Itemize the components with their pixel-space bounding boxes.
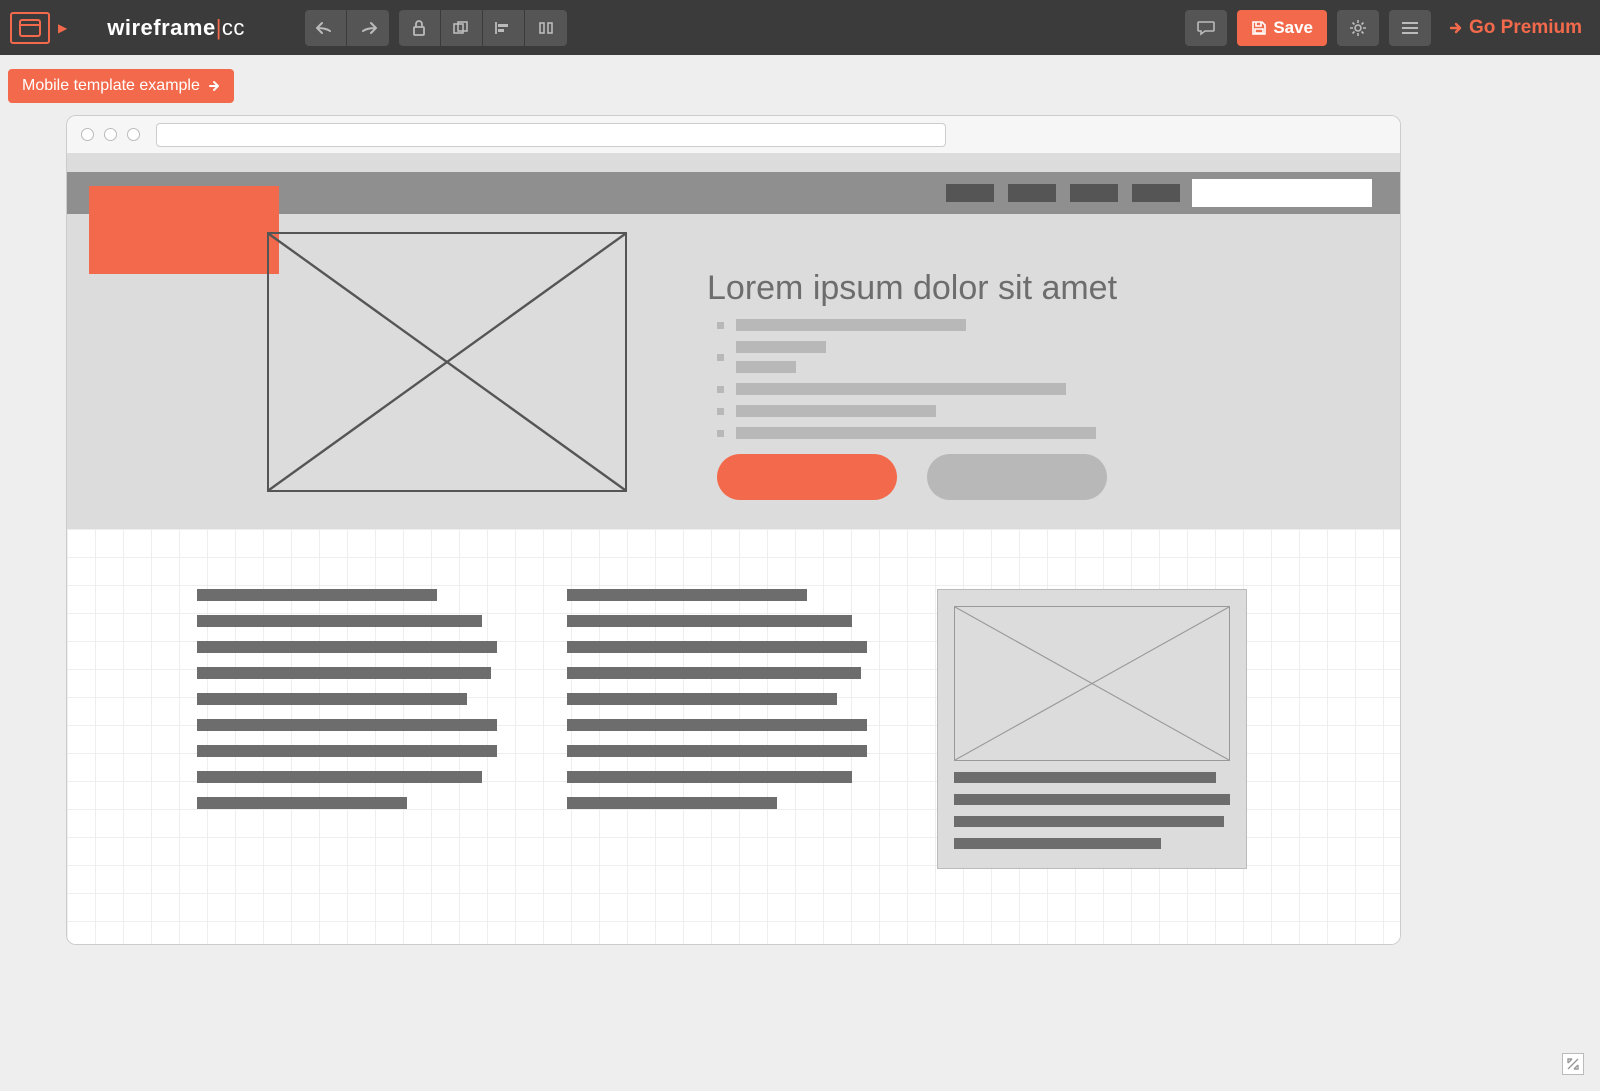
wireframe-bullet-list[interactable]	[717, 319, 1280, 449]
align-icon	[495, 21, 511, 35]
traffic-light-icon	[127, 128, 140, 141]
traffic-light-icon	[81, 128, 94, 141]
hamburger-icon	[1401, 21, 1419, 35]
distribute-icon	[538, 21, 554, 35]
lock-button[interactable]	[399, 10, 441, 46]
arrow-right-icon	[1449, 21, 1463, 35]
wireframe-card[interactable]	[937, 589, 1247, 869]
wireframe-primary-button[interactable]	[717, 454, 897, 500]
app-toolbar: ▶ wireframe|cc	[0, 0, 1600, 55]
redo-icon	[359, 21, 377, 35]
undo-button[interactable]	[305, 10, 347, 46]
align-button[interactable]	[483, 10, 525, 46]
resize-handle[interactable]	[1562, 1053, 1584, 1075]
lock-icon	[412, 20, 426, 36]
wireframe-text-column[interactable]	[567, 589, 867, 904]
comment-button[interactable]	[1185, 10, 1227, 46]
duplicate-button[interactable]	[441, 10, 483, 46]
cross-placeholder-icon	[269, 234, 625, 490]
template-banner-chip[interactable]: Mobile template example	[8, 69, 234, 103]
settings-button[interactable]	[1337, 10, 1379, 46]
wireframe-text-column[interactable]	[197, 589, 497, 904]
wireframe-secondary-button[interactable]	[927, 454, 1107, 500]
wireframe-logo-block[interactable]	[89, 186, 279, 274]
brand-logo[interactable]: wireframe|cc	[107, 15, 245, 41]
redo-button[interactable]	[347, 10, 389, 46]
edit-tools-group	[399, 10, 567, 46]
traffic-light-icon	[104, 128, 117, 141]
undo-icon	[316, 21, 334, 35]
chevron-right-icon: ▶	[58, 21, 67, 35]
duplicate-icon	[453, 21, 469, 35]
wireframe-image-placeholder[interactable]	[954, 606, 1230, 761]
mock-url-bar	[156, 123, 946, 147]
device-selector-button[interactable]	[10, 12, 50, 44]
wireframe-nav-links[interactable]	[946, 184, 1180, 202]
distribute-button[interactable]	[525, 10, 567, 46]
floppy-icon	[1251, 20, 1267, 36]
arrow-right-icon	[208, 80, 220, 92]
undo-redo-group	[305, 10, 389, 46]
wireframe-search-box[interactable]	[1192, 179, 1372, 207]
mock-browser-chrome	[67, 116, 1400, 154]
wireframe-body-section[interactable]	[67, 529, 1400, 944]
wireframe-hero-title[interactable]: Lorem ipsum dolor sit amet	[707, 269, 1117, 308]
wireframe-canvas[interactable]: Lorem ipsum dolor sit amet	[66, 115, 1401, 945]
save-button[interactable]: Save	[1237, 10, 1327, 46]
gear-icon	[1349, 19, 1367, 37]
browser-window-icon	[19, 19, 41, 37]
resize-icon	[1566, 1057, 1580, 1071]
wireframe-image-placeholder[interactable]	[267, 232, 627, 492]
go-premium-link[interactable]: Go Premium	[1441, 17, 1590, 39]
chat-icon	[1197, 20, 1215, 36]
menu-button[interactable]	[1389, 10, 1431, 46]
wireframe-hero-section[interactable]: Lorem ipsum dolor sit amet	[67, 154, 1400, 529]
cross-placeholder-icon	[955, 607, 1229, 760]
